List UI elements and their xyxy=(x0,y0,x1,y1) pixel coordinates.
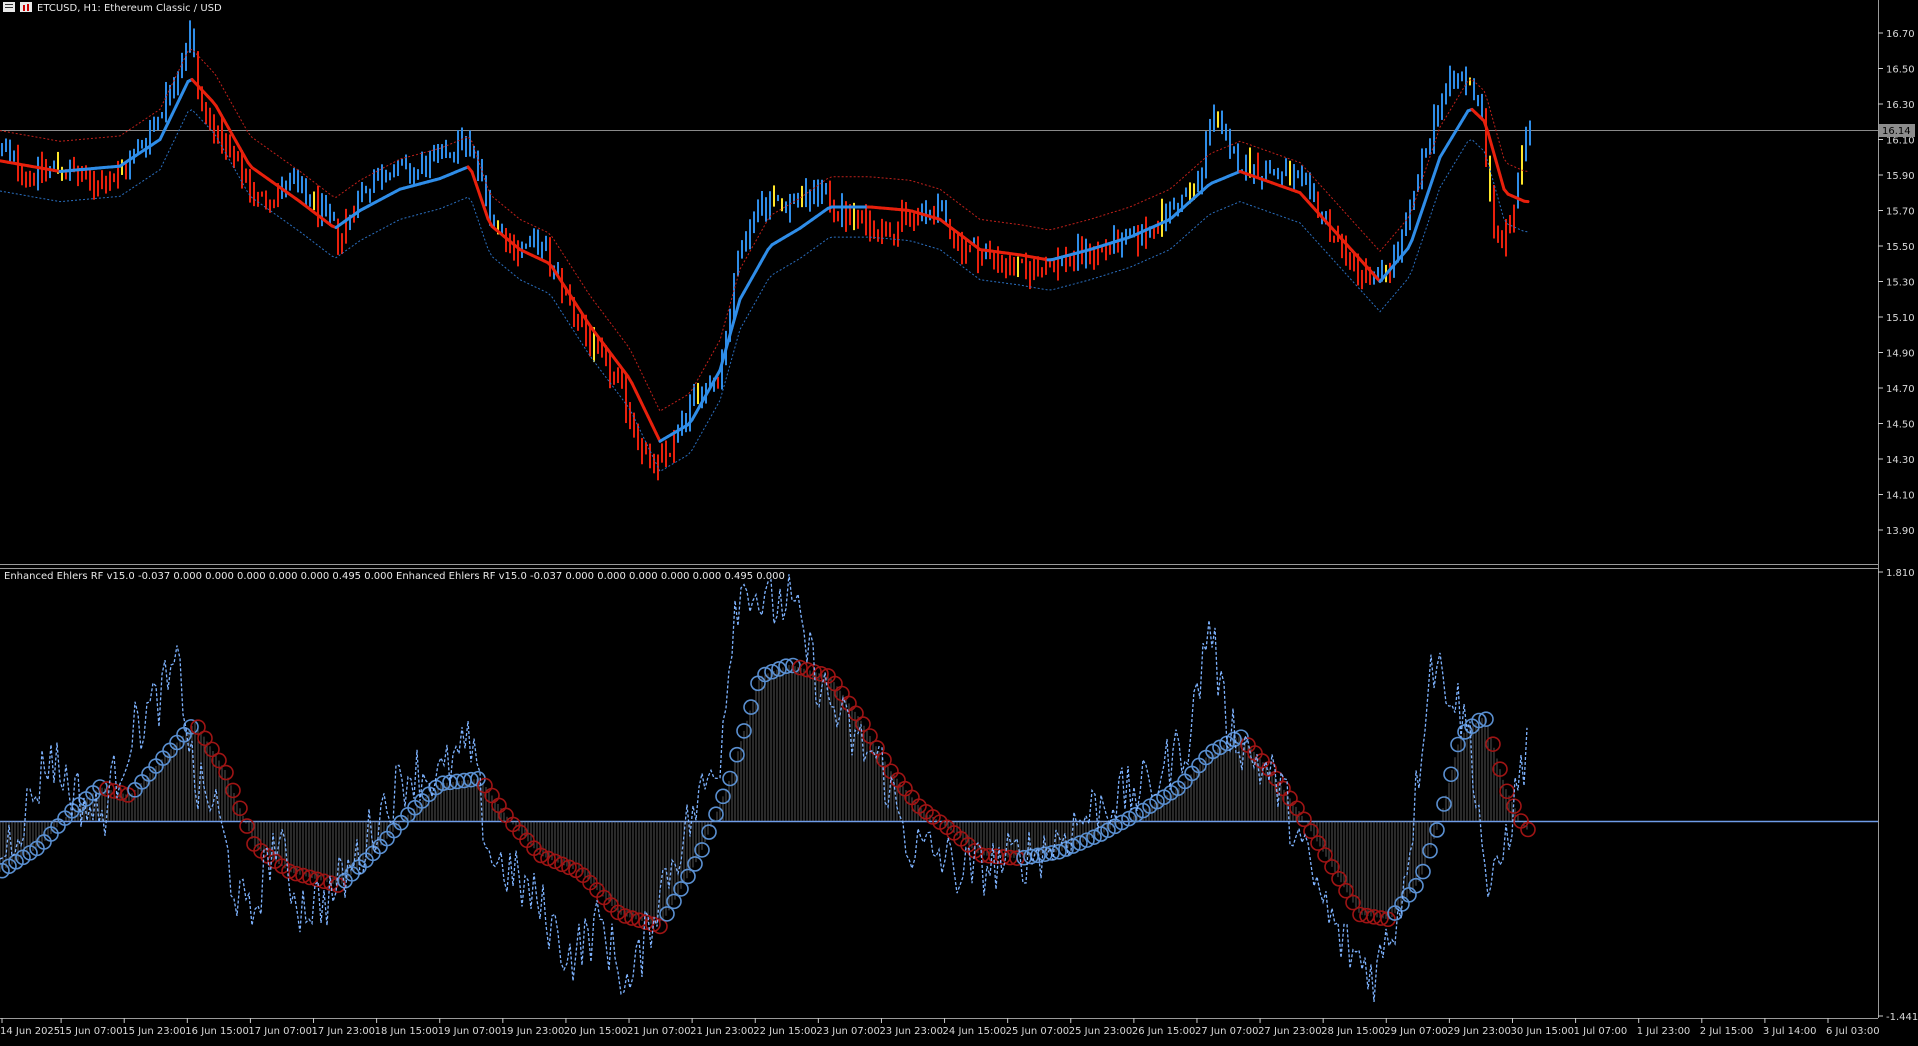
price-axis-label: 14.50 xyxy=(1886,420,1915,431)
time-axis-label: 23 Jun 23:00 xyxy=(879,1026,943,1037)
price-axis-label: 16.50 xyxy=(1886,65,1915,76)
chart-type-icon[interactable] xyxy=(20,2,32,12)
time-axis-label: 26 Jun 15:00 xyxy=(1132,1026,1196,1037)
time-axis-label: 14 Jun 2025 xyxy=(0,1026,60,1037)
time-axis-label: 25 Jun 07:00 xyxy=(1006,1026,1070,1037)
time-axis-label: 29 Jun 07:00 xyxy=(1384,1026,1448,1037)
time-axis-label: 28 Jun 15:00 xyxy=(1321,1026,1385,1037)
time-axis-label: 21 Jun 07:00 xyxy=(627,1026,691,1037)
time-axis-label: 15 Jun 07:00 xyxy=(59,1026,123,1037)
time-axis-label: 21 Jun 23:00 xyxy=(690,1026,754,1037)
time-axis-label: 25 Jun 23:00 xyxy=(1069,1026,1133,1037)
price-axis-label: 15.50 xyxy=(1886,242,1915,253)
time-axis-label: 27 Jun 23:00 xyxy=(1258,1026,1322,1037)
price-axis-label: 14.10 xyxy=(1886,491,1915,502)
time-axis-label: 29 Jun 23:00 xyxy=(1447,1026,1511,1037)
price-axis-label: 15.10 xyxy=(1886,313,1915,324)
price-axis-label: 13.90 xyxy=(1886,526,1915,537)
current-price-value: 16.14 xyxy=(1882,126,1911,137)
chart-title: ETCUSD, H1: Ethereum Classic / USD xyxy=(37,3,222,14)
time-axis-label: 6 Jul 03:00 xyxy=(1826,1026,1880,1037)
price-axis-label: 14.90 xyxy=(1886,349,1915,360)
time-axis-label: 19 Jun 23:00 xyxy=(501,1026,565,1037)
time-axis-label: 16 Jun 15:00 xyxy=(185,1026,249,1037)
time-axis-label: 1 Jul 23:00 xyxy=(1637,1026,1691,1037)
time-axis-label: 27 Jun 07:00 xyxy=(1195,1026,1259,1037)
time-axis-label: 1 Jul 07:00 xyxy=(1574,1026,1628,1037)
current-price-marker: 16.14 xyxy=(1879,124,1915,137)
chart-window[interactable]: ETCUSD, H1: Ethereum Classic / USD Enhan… xyxy=(0,0,1918,1046)
indicator-axis-max: 1.810 xyxy=(1886,568,1915,579)
time-axis-label: 22 Jun 15:00 xyxy=(753,1026,817,1037)
price-axis-label: 14.70 xyxy=(1886,384,1915,395)
price-axis-label: 15.90 xyxy=(1886,171,1915,182)
time-axis-label: 2 Jul 15:00 xyxy=(1700,1026,1754,1037)
indicator-label: Enhanced Ehlers RF v15.0 -0.037 0.000 0.… xyxy=(4,571,785,582)
price-axis-label: 15.30 xyxy=(1886,278,1915,289)
price-axis-label: 16.30 xyxy=(1886,100,1915,111)
time-axis-label: 15 Jun 23:00 xyxy=(122,1026,186,1037)
time-axis-label: 3 Jul 14:00 xyxy=(1763,1026,1817,1037)
time-axis-label: 23 Jun 07:00 xyxy=(816,1026,880,1037)
time-axis-label: 18 Jun 15:00 xyxy=(375,1026,439,1037)
price-axis-label: 16.70 xyxy=(1886,29,1915,40)
time-axis-label: 17 Jun 07:00 xyxy=(248,1026,312,1037)
price-axis-label: 15.70 xyxy=(1886,207,1915,218)
time-axis-label: 24 Jun 15:00 xyxy=(943,1026,1007,1037)
indicator-axis-min: -1.441 xyxy=(1886,1012,1918,1023)
price-axis-label: 14.30 xyxy=(1886,455,1915,466)
time-axis-label: 19 Jun 07:00 xyxy=(438,1026,502,1037)
time-axis-label: 20 Jun 15:00 xyxy=(564,1026,628,1037)
time-axis-label: 30 Jun 15:00 xyxy=(1510,1026,1574,1037)
time-axis-label: 17 Jun 23:00 xyxy=(312,1026,376,1037)
price-axis-label: 16.10 xyxy=(1886,136,1915,147)
